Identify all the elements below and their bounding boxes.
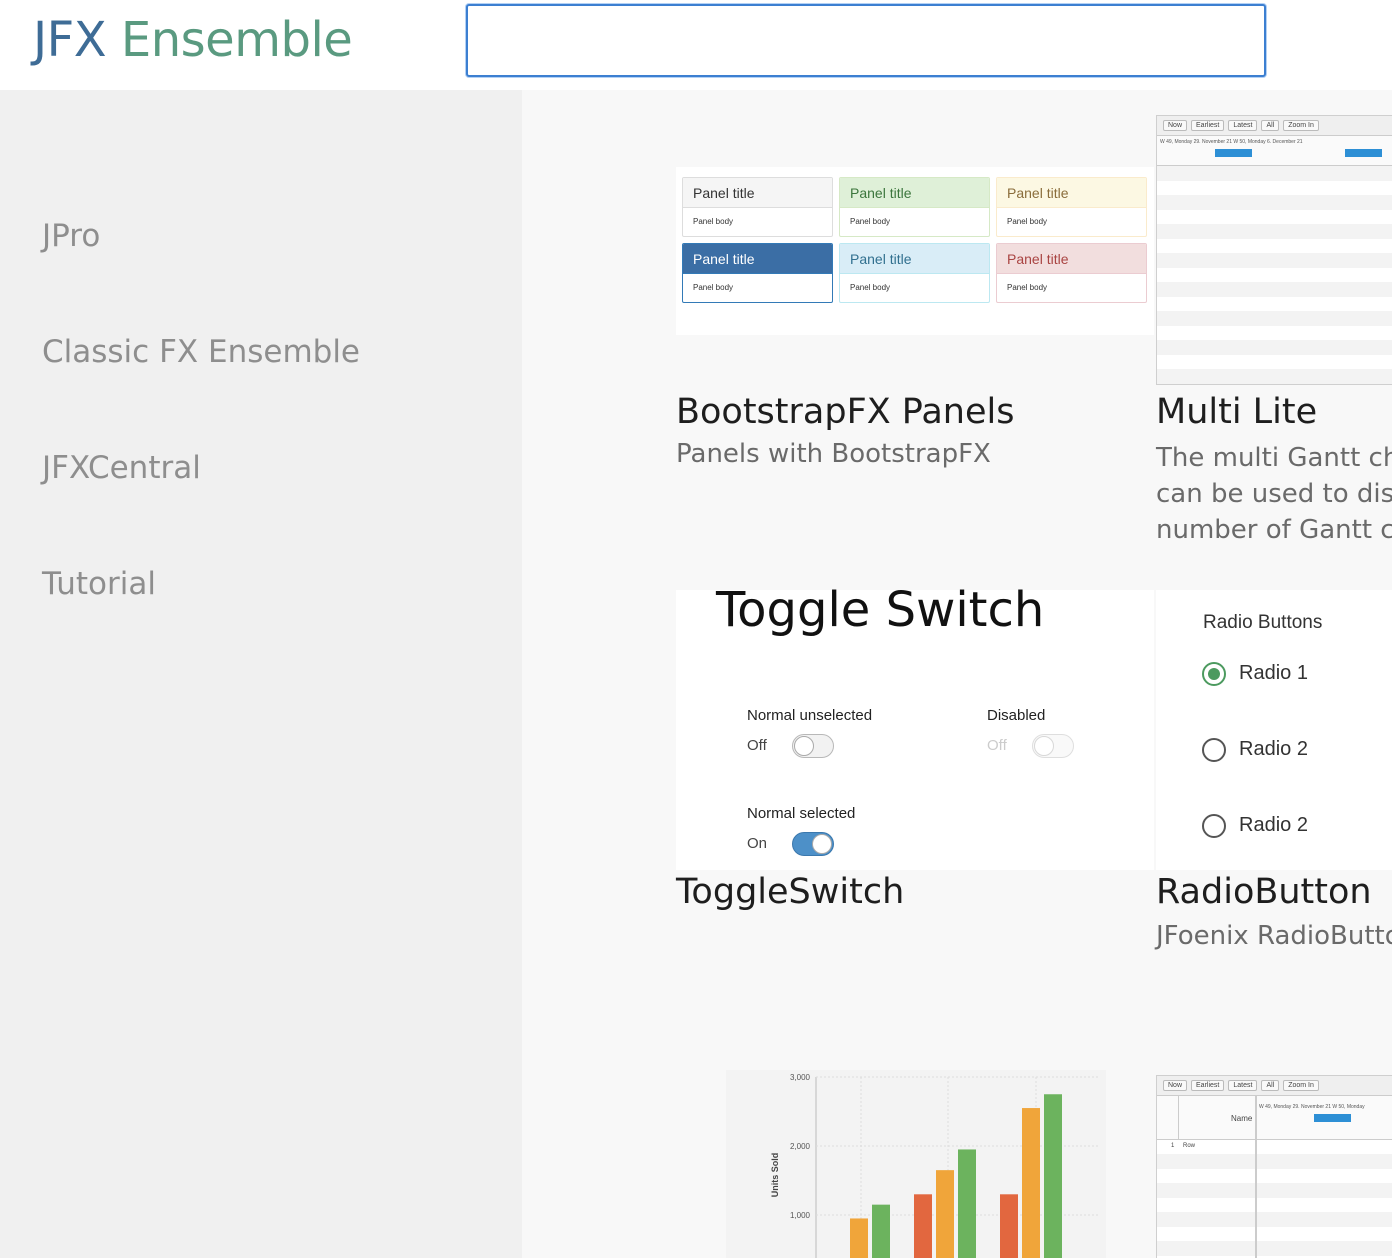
name-column-header: Name — [1231, 1114, 1253, 1123]
disabled-label: Disabled — [987, 707, 1046, 724]
normal-unselected-label: Normal unselected — [747, 707, 873, 724]
panel-body: Panel body — [850, 283, 891, 292]
search-input[interactable] — [466, 4, 1266, 77]
all-button: All — [1261, 120, 1280, 131]
radiobutton-thumbnail[interactable]: Radio Buttons Radio 1 Radio 2 Radio 2 — [1156, 590, 1392, 870]
panel-title: Panel title — [683, 178, 832, 208]
toggle-thumb-title: Toggle Switch — [716, 582, 1045, 638]
card-desc-bootstrapfx-panels: Panels with BootstrapFX — [676, 439, 991, 469]
bar — [850, 1218, 868, 1258]
panel-title: Panel title — [840, 178, 989, 208]
bar — [1044, 1094, 1062, 1258]
panel-info: Panel title Panel body — [839, 243, 990, 303]
logo-jfx: JFX — [33, 12, 107, 68]
card-desc-multi-lite: The multi Gantt cha can be used to disp … — [1156, 440, 1392, 548]
panel-body: Panel body — [693, 283, 734, 292]
bar — [936, 1170, 954, 1258]
bar — [914, 1194, 932, 1258]
panel-body: Panel body — [693, 217, 734, 226]
desc-line: number of Gantt ch — [1156, 515, 1392, 545]
gantt-timeline-header: W 49, Monday 29. November 21 W 50, Monda… — [1157, 136, 1392, 166]
panel-default: Panel title Panel body — [682, 177, 833, 237]
bar-chart: 1,000 2,000 3,000 Units Sold — [770, 1073, 1098, 1258]
sidebar-item-jpro[interactable]: JPro — [42, 218, 100, 254]
card-title-toggleswitch[interactable]: ToggleSwitch — [676, 872, 904, 912]
on-label: On — [747, 835, 768, 852]
card-title-bootstrapfx-panels[interactable]: BootstrapFX Panels — [676, 392, 1014, 432]
row-number: 1 — [1171, 1143, 1175, 1149]
all-button: All — [1261, 1080, 1280, 1091]
zoom-in-button: Zoom In — [1283, 1080, 1319, 1091]
week-label: W 49, Monday 29. November 21 — [1160, 139, 1232, 145]
toggle-switch-disabled — [1032, 734, 1074, 758]
radio-unselected-icon — [1202, 814, 1226, 838]
normal-selected-label: Normal selected — [747, 805, 856, 822]
bar — [872, 1204, 890, 1258]
panel-success: Panel title Panel body — [839, 177, 990, 237]
panel-body: Panel body — [1007, 283, 1048, 292]
off-label-disabled: Off — [987, 737, 1007, 754]
panel-title: Panel title — [997, 244, 1146, 274]
radio-buttons-heading: Radio Buttons — [1203, 612, 1323, 633]
bar — [1000, 1194, 1018, 1258]
card-title-radiobutton[interactable]: RadioButton — [1156, 872, 1372, 912]
toggle-switch-on — [792, 832, 834, 856]
radio-unselected-icon — [1202, 738, 1226, 762]
desc-line: The multi Gantt cha — [1156, 443, 1392, 473]
panel-body: Panel body — [1007, 217, 1048, 226]
gantt-rows — [1157, 1154, 1392, 1258]
earliest-button: Earliest — [1191, 120, 1225, 131]
gantt-table-header: Name W 49, Monday 29. November 21 W 50, … — [1157, 1096, 1392, 1258]
radio-label: Radio 2 — [1239, 738, 1308, 760]
app-logo[interactable]: JFX Ensemble — [33, 12, 353, 68]
radio-label: Radio 2 — [1239, 814, 1308, 836]
gantt-toolbar: Now Earliest Latest All Zoom In — [1157, 1076, 1392, 1096]
gantt-table-thumbnail[interactable]: Now Earliest Latest All Zoom In Name W 4… — [1156, 1075, 1392, 1258]
panel-title: Panel title — [683, 244, 832, 274]
zoom-in-button: Zoom In — [1283, 120, 1319, 131]
toggle-switch-off — [792, 734, 834, 758]
bootstrap-panels-thumbnail[interactable]: Panel title Panel body Panel title Panel… — [676, 167, 1154, 335]
panel-danger: Panel title Panel body — [996, 243, 1147, 303]
gantt-toolbar: Now Earliest Latest All Zoom In — [1157, 116, 1392, 136]
samples-grid: Panel title Panel body Panel title Panel… — [522, 90, 1392, 1258]
panel-warning: Panel title Panel body — [996, 177, 1147, 237]
bar — [1022, 1108, 1040, 1258]
latest-button: Latest — [1228, 120, 1258, 131]
week-label: W 50, Monday 6. December 21 — [1233, 139, 1303, 145]
card-desc-radiobutton: JFoenix RadioButto — [1156, 921, 1392, 951]
panel-body: Panel body — [850, 217, 891, 226]
gantt-table-row: 1 Row — [1157, 1140, 1392, 1154]
latest-button: Latest — [1228, 1080, 1258, 1091]
gantt-rows — [1157, 166, 1392, 384]
sidebar-item-jfxcentral[interactable]: JFXCentral — [42, 450, 201, 486]
row-label: Row — [1183, 1143, 1196, 1149]
radio-selected-icon — [1202, 662, 1226, 686]
y-axis-label: Units Sold — [770, 1153, 780, 1198]
desc-line: can be used to disp — [1156, 479, 1392, 509]
toggleswitch-thumbnail[interactable]: Toggle Switch Normal unselected Off Disa… — [676, 582, 1154, 870]
panel-title: Panel title — [997, 178, 1146, 208]
y-tick-label: 3,000 — [790, 1073, 811, 1082]
now-button: Now — [1163, 120, 1188, 131]
sidebar-item-classic-fx-ensemble[interactable]: Classic FX Ensemble — [42, 334, 360, 370]
y-tick-label: 1,000 — [790, 1211, 811, 1220]
week-label: W 49, Monday 29. November 21 W 50, Monda… — [1259, 1104, 1365, 1110]
card-title-multi-lite[interactable]: Multi Lite — [1156, 392, 1317, 432]
earliest-button: Earliest — [1191, 1080, 1225, 1091]
bar-chart-thumbnail[interactable]: 1,000 2,000 3,000 Units Sold — [726, 1070, 1106, 1258]
now-button: Now — [1163, 1080, 1188, 1091]
panel-primary: Panel title Panel body — [682, 243, 833, 303]
y-tick-label: 2,000 — [790, 1142, 811, 1151]
radio-label: Radio 1 — [1239, 662, 1308, 684]
sidebar-item-tutorial[interactable]: Tutorial — [42, 566, 156, 602]
logo-ensemble: Ensemble — [120, 12, 353, 68]
bar — [958, 1149, 976, 1258]
sidebar: JPro Classic FX Ensemble JFXCentral Tuto… — [0, 90, 522, 1258]
app-header: JFX Ensemble — [0, 0, 1392, 90]
multi-lite-thumbnail[interactable]: Now Earliest Latest All Zoom In W 49, Mo… — [1156, 115, 1392, 385]
off-label: Off — [747, 737, 767, 754]
panel-title: Panel title — [840, 244, 989, 274]
